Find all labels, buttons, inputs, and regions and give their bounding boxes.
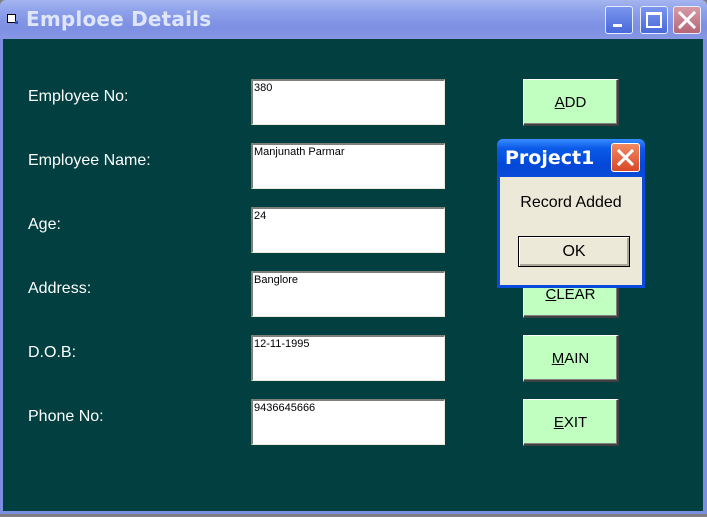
dob-label: D.O.B:	[28, 344, 77, 361]
exit-button[interactable]: E XIT	[523, 399, 619, 446]
employee-name-label: Employee Name:	[28, 152, 151, 169]
employee-no-label: Employee No:	[28, 88, 129, 105]
add-button[interactable]: A DD	[523, 79, 619, 126]
close-button[interactable]	[673, 6, 701, 34]
maximize-button[interactable]	[640, 6, 668, 34]
address-input[interactable]: Banglore	[251, 271, 445, 317]
ok-button[interactable]: OK	[518, 236, 630, 267]
dialog-title-bar[interactable]: Project1	[497, 139, 645, 177]
address-label: Address:	[28, 280, 92, 297]
close-icon	[616, 148, 635, 167]
main-button-label: AIN	[564, 349, 590, 367]
dialog-body: Record Added OK	[500, 177, 642, 285]
age-label: Age:	[28, 216, 61, 233]
message-box-dialog: Project1 Record Added OK	[497, 139, 645, 288]
age-input[interactable]: 24	[251, 207, 445, 253]
exit-button-label: XIT	[563, 413, 588, 431]
add-button-accel: A	[554, 93, 565, 111]
clear-button-label: LEAR	[556, 285, 596, 303]
phone-no-label: Phone No:	[28, 408, 104, 425]
close-icon	[677, 10, 697, 30]
dialog-message: Record Added	[520, 194, 622, 211]
main-button[interactable]: M AIN	[523, 335, 619, 382]
employee-name-input[interactable]: Manjunath Parmar	[251, 143, 445, 189]
clear-button-accel: C	[545, 285, 557, 303]
dialog-title: Project1	[505, 147, 595, 169]
app-icon[interactable]	[7, 14, 18, 24]
minimize-button[interactable]	[605, 6, 633, 34]
phone-no-input[interactable]: 9436645666	[251, 399, 445, 445]
employee-no-input[interactable]: 380	[251, 79, 445, 125]
title-bar[interactable]: Emploee Details	[0, 0, 707, 39]
dialog-close-button[interactable]	[611, 143, 640, 172]
dob-input[interactable]: 12-11-1995	[251, 335, 445, 381]
maximize-icon	[646, 12, 662, 28]
exit-button-accel: E	[553, 413, 564, 431]
main-button-accel: M	[551, 349, 565, 367]
window-title: Emploee Details	[26, 7, 212, 31]
add-button-label: DD	[564, 93, 587, 111]
minimize-icon	[613, 24, 622, 27]
